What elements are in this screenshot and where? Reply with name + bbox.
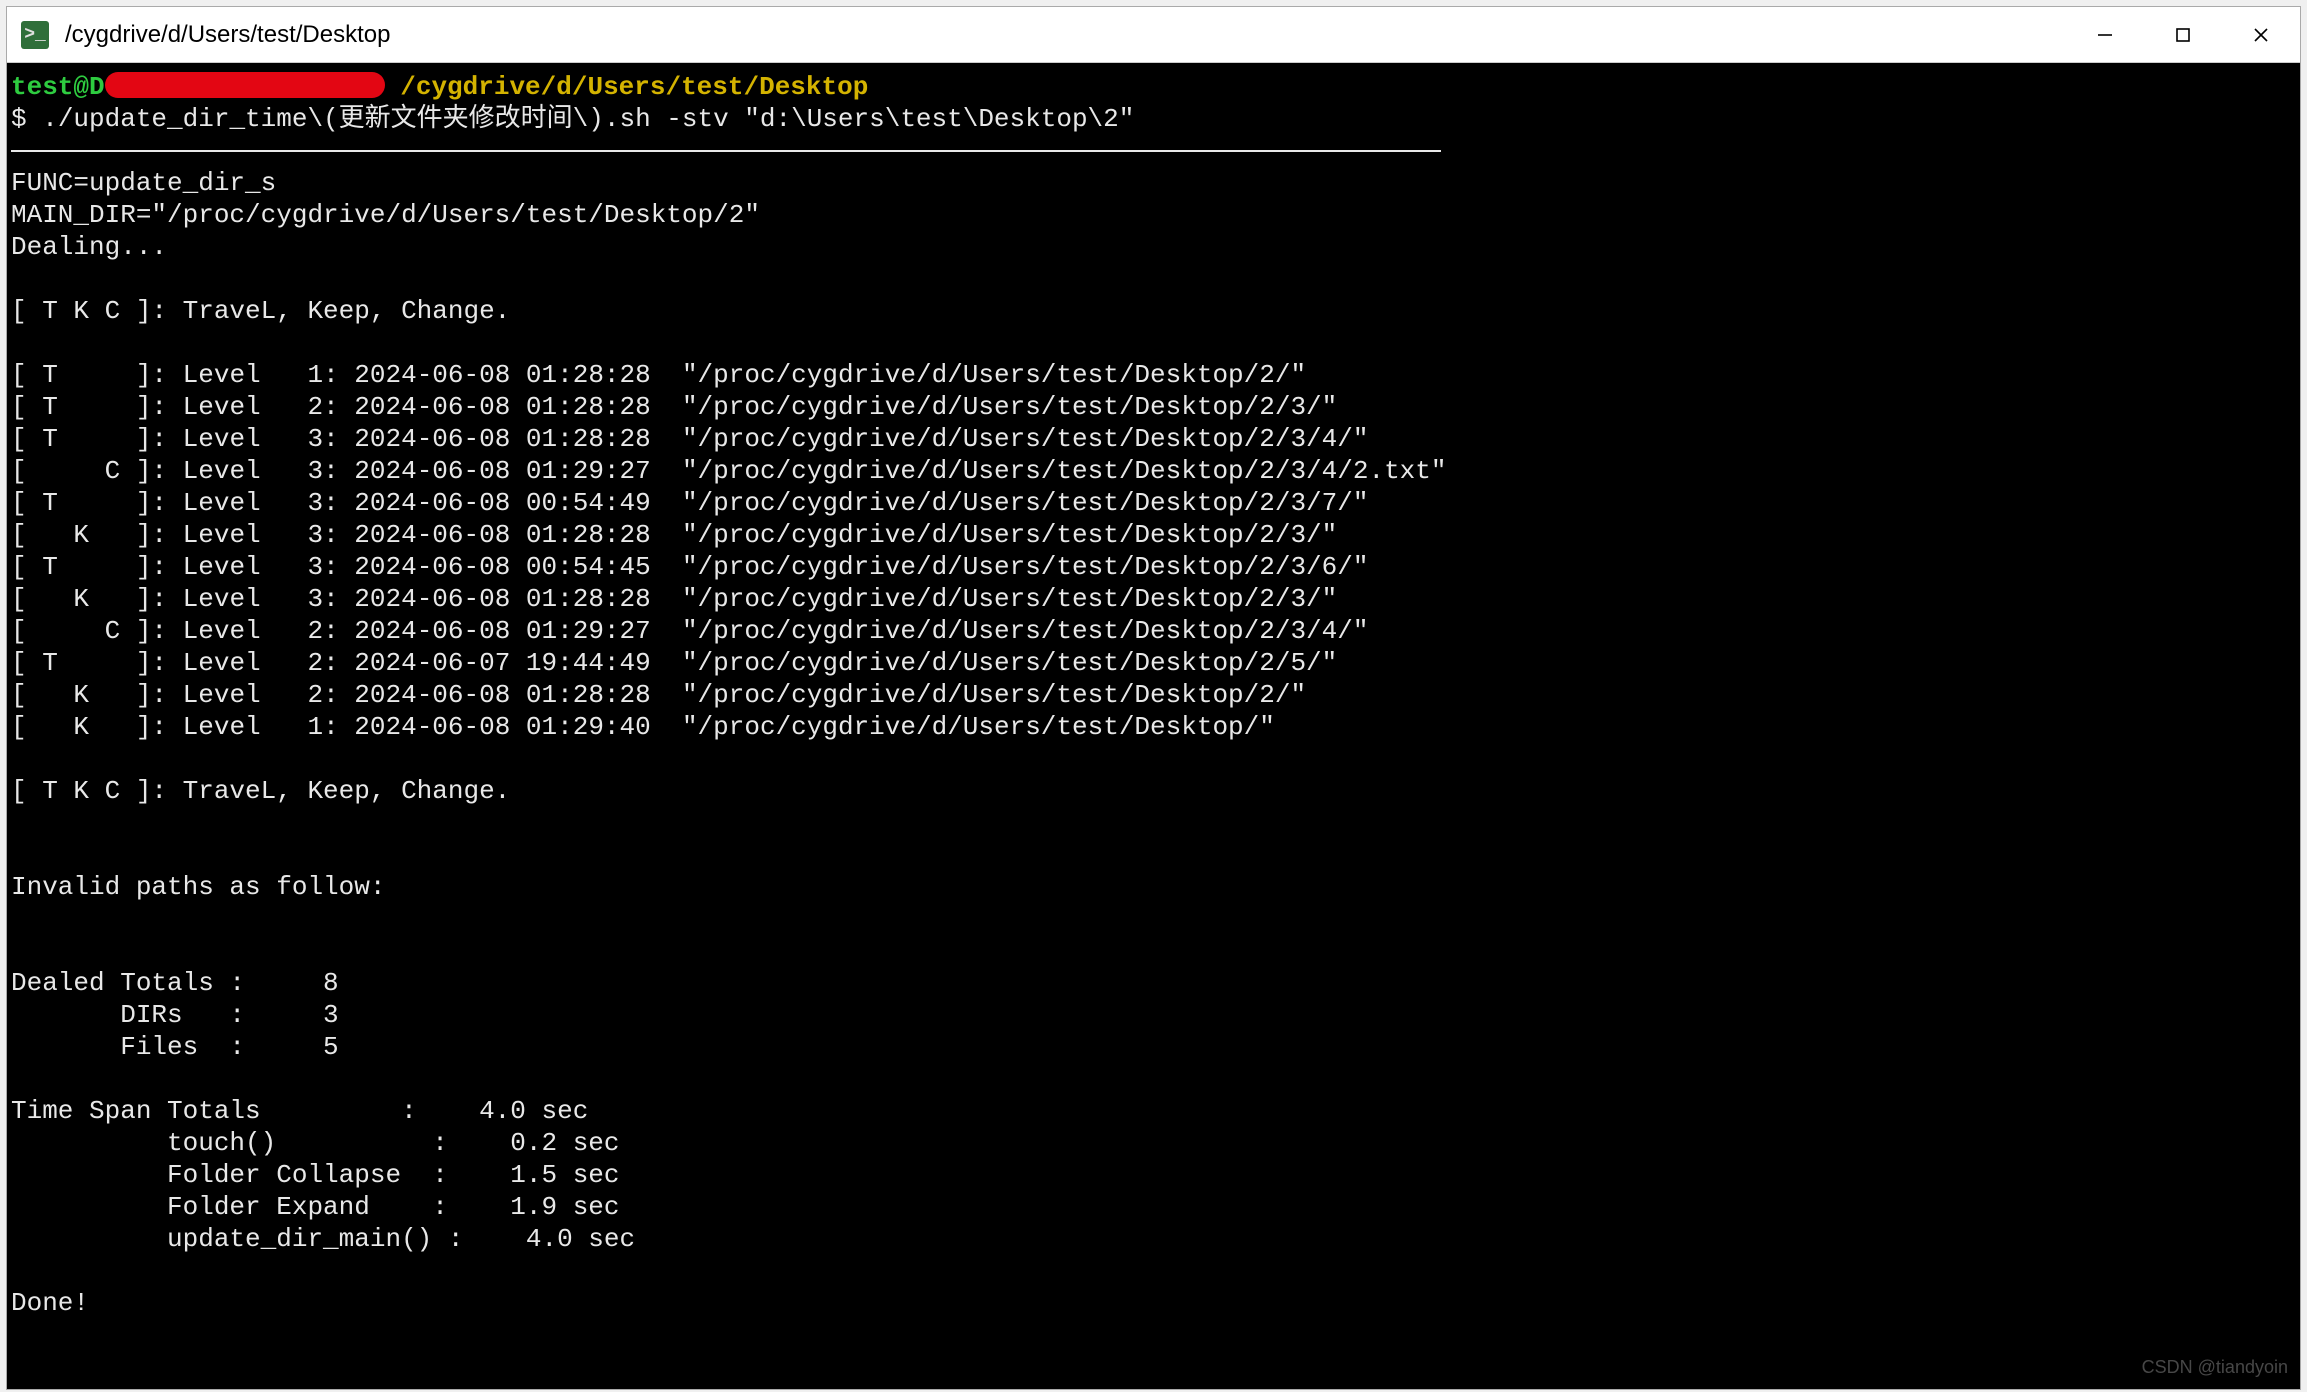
row-5: [ K ]: Level 3: 2024-06-08 01:28:28 "/pr… xyxy=(11,520,1337,550)
row-4: [ T ]: Level 3: 2024-06-08 00:54:49 "/pr… xyxy=(11,488,1368,518)
summary-dealed: Dealed Totals : 8 xyxy=(11,968,339,998)
row-8: [ C ]: Level 2: 2024-06-08 01:29:27 "/pr… xyxy=(11,616,1368,646)
timing-touch: touch() : 0.2 sec xyxy=(11,1128,620,1158)
row-1: [ T ]: Level 2: 2024-06-08 01:28:28 "/pr… xyxy=(11,392,1337,422)
row-10: [ K ]: Level 2: 2024-06-08 01:28:28 "/pr… xyxy=(11,680,1306,710)
summary-files: Files : 5 xyxy=(11,1032,339,1062)
titlebar[interactable]: >_ /cygdrive/d/Users/test/Desktop xyxy=(7,7,2300,63)
timing-main: update_dir_main() : 4.0 sec xyxy=(11,1224,635,1254)
summary-dirs: DIRs : 3 xyxy=(11,1000,339,1030)
row-3: [ C ]: Level 3: 2024-06-08 01:29:27 "/pr… xyxy=(11,456,1446,486)
output-maindir: MAIN_DIR="/proc/cygdrive/d/Users/test/De… xyxy=(11,200,760,230)
row-7: [ K ]: Level 3: 2024-06-08 01:28:28 "/pr… xyxy=(11,584,1337,614)
prompt-symbol: $ xyxy=(11,104,42,134)
row-0: [ T ]: Level 1: 2024-06-08 01:28:28 "/pr… xyxy=(11,360,1306,390)
row-11: [ K ]: Level 1: 2024-06-08 01:29:40 "/pr… xyxy=(11,712,1275,742)
invalid-paths: Invalid paths as follow: xyxy=(11,872,385,902)
terminal-body[interactable]: test@D /cygdrive/d/Users/test/Desktop $ … xyxy=(7,63,2300,1389)
close-button[interactable] xyxy=(2222,7,2300,62)
legend-bottom: [ T K C ]: TraveL, Keep, Change. xyxy=(11,776,510,806)
terminal-window: >_ /cygdrive/d/Users/test/Desktop test@D… xyxy=(6,6,2301,1390)
watermark: CSDN @tiandyoin xyxy=(2142,1351,2288,1383)
maximize-icon xyxy=(2174,26,2192,44)
row-6: [ T ]: Level 3: 2024-06-08 00:54:45 "/pr… xyxy=(11,552,1368,582)
output-func: FUNC=update_dir_s xyxy=(11,168,276,198)
timing-expand: Folder Expand : 1.9 sec xyxy=(11,1192,620,1222)
row-2: [ T ]: Level 3: 2024-06-08 01:28:28 "/pr… xyxy=(11,424,1368,454)
minimize-icon xyxy=(2096,26,2114,44)
window-controls xyxy=(2066,7,2300,62)
prompt-path: /cygdrive/d/Users/test/Desktop xyxy=(400,72,868,102)
separator-line xyxy=(11,150,1441,152)
terminal-icon: >_ xyxy=(24,26,46,44)
done-text: Done! xyxy=(11,1288,89,1318)
timing-collapse: Folder Collapse : 1.5 sec xyxy=(11,1160,620,1190)
app-icon: >_ xyxy=(21,21,49,49)
window-title: /cygdrive/d/Users/test/Desktop xyxy=(65,21,2066,49)
prompt-user: test@D xyxy=(11,72,105,102)
output-dealing: Dealing... xyxy=(11,232,167,262)
close-icon xyxy=(2252,26,2270,44)
row-9: [ T ]: Level 2: 2024-06-07 19:44:49 "/pr… xyxy=(11,648,1337,678)
redacted-hostname xyxy=(105,72,385,98)
command-text: ./update_dir_time\(更新文件夹修改时间\).sh -stv "… xyxy=(42,104,1134,134)
legend-top: [ T K C ]: TraveL, Keep, Change. xyxy=(11,296,510,326)
minimize-button[interactable] xyxy=(2066,7,2144,62)
maximize-button[interactable] xyxy=(2144,7,2222,62)
timing-total: Time Span Totals : 4.0 sec xyxy=(11,1096,588,1126)
